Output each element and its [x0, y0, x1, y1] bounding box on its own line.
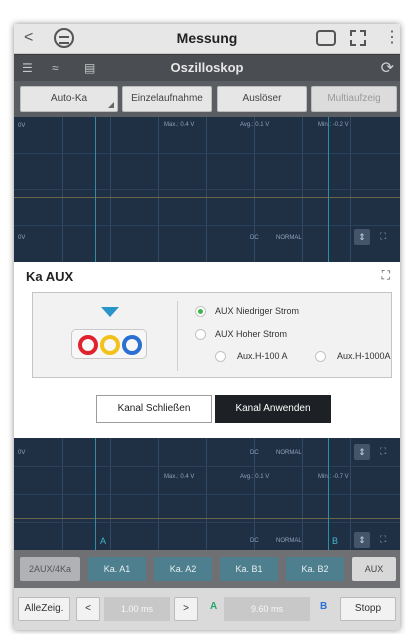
cursor-b-label: B: [332, 536, 339, 546]
grid-line: [14, 494, 400, 495]
aux-low-current-radio[interactable]: [195, 306, 206, 317]
yellow-jack-icon: [100, 335, 120, 355]
channel-tabs: 2AUX/4Ka Ka. A1 Ka. A2 Ka. B1 Ka. B2 AUX: [14, 550, 400, 588]
more-icon[interactable]: ⋮: [384, 27, 400, 47]
avg-readout: Avg.: 0.1 V: [240, 474, 270, 480]
tab-b1[interactable]: Ka. B1: [220, 557, 278, 581]
grid-line: [14, 189, 400, 190]
tab-aux[interactable]: AUX: [352, 557, 396, 581]
fullscreen-icon[interactable]: [350, 30, 366, 46]
aux-h1000-radio[interactable]: [315, 351, 326, 362]
toolbar-title: Oszilloskop: [170, 60, 244, 75]
max-readout: Max.: 0.4 V: [164, 122, 195, 128]
trigger-mode-label[interactable]: NORMAL: [276, 235, 302, 241]
tab-channel-count[interactable]: 2AUX/4Ka: [20, 557, 80, 581]
scale-label: 0V: [18, 450, 26, 456]
cursor-a-marker: A: [210, 601, 218, 612]
vertical-adjust-icon[interactable]: ⇕: [354, 444, 370, 460]
prev-time-button[interactable]: <: [76, 597, 100, 621]
zoom-icon[interactable]: ⛶: [380, 446, 386, 457]
vertical-adjust-icon-lower[interactable]: ⇕: [354, 532, 370, 548]
auto-channel-label: Auto-Ka: [50, 93, 88, 104]
delta-time-value: 9.60 ms: [224, 597, 310, 621]
vertical-adjust-icon[interactable]: ⇕: [354, 229, 370, 245]
close-channel-button[interactable]: Kanal Schließen: [96, 395, 212, 423]
aux-low-current-label[interactable]: AUX Niedriger Strom: [215, 306, 299, 316]
timebase-value[interactable]: 1.00 ms: [104, 597, 170, 621]
trigger-mode-label[interactable]: NORMAL: [276, 450, 302, 456]
min-readout: Min.: -0.7 V: [318, 474, 349, 480]
grid-line: [14, 225, 400, 226]
panel-divider: [177, 301, 178, 371]
dropdown-corner-icon: [108, 102, 114, 108]
app-window: < Messung ⋮ ☰ ≈ ▤ Oszilloskop ⟳ Auto-Ka …: [14, 24, 400, 630]
upload-icon[interactable]: [316, 30, 336, 46]
scope-toolbar: ☰ ≈ ▤ Oszilloskop ⟳: [14, 55, 400, 81]
tab-a1[interactable]: Ka. A1: [88, 557, 146, 581]
next-time-button[interactable]: >: [174, 597, 198, 621]
max-readout: Max.: 0.4 V: [164, 474, 195, 480]
grid-line: [14, 466, 400, 467]
cursor-b-line[interactable]: [328, 438, 329, 550]
stop-button[interactable]: Stopp: [340, 597, 396, 621]
title-bar: < Messung ⋮: [14, 24, 400, 54]
refresh-icon[interactable]: ⟳: [381, 58, 394, 78]
grid-line: [14, 522, 400, 523]
blue-jack-icon: [122, 335, 142, 355]
scope-view-top[interactable]: 0V 0V Max.: 0.4 V Avg.: 0.1 V Min.: -0.2…: [14, 117, 400, 262]
cursor-b-line[interactable]: [328, 117, 329, 262]
tab-a2[interactable]: Ka. A2: [154, 557, 212, 581]
dialog-title: Ka AUX: [26, 269, 74, 284]
cursor-a-label: A: [100, 536, 107, 546]
multi-display-button[interactable]: Multiaufzeig: [311, 86, 397, 112]
scale-bottom-label: 0V: [18, 235, 26, 241]
aux-jacks-icon: [71, 329, 147, 359]
show-all-button[interactable]: AlleZeig.: [18, 597, 70, 621]
expand-icon[interactable]: ⛶: [382, 268, 390, 283]
tab-b2[interactable]: Ka. B2: [286, 557, 344, 581]
aux-options-panel: AUX Niedriger Strom AUX Hoher Strom Aux.…: [32, 292, 392, 378]
coupling-label[interactable]: DC: [250, 450, 259, 456]
signal-trace: [14, 518, 400, 519]
trigger-button[interactable]: Auslöser: [217, 86, 307, 112]
aux-h100-label[interactable]: Aux.H-100 A: [237, 351, 288, 361]
trigger-mode-label-lower[interactable]: NORMAL: [276, 538, 302, 544]
avg-readout: Avg.: 0.1 V: [240, 122, 270, 128]
red-jack-icon: [78, 335, 98, 355]
coupling-label[interactable]: DC: [250, 235, 259, 241]
grid-line: [14, 153, 400, 154]
cursor-a-line[interactable]: [95, 117, 96, 262]
coupling-label-lower[interactable]: DC: [250, 538, 259, 544]
single-capture-button[interactable]: Einzelaufnahme: [122, 86, 212, 112]
mode-bar: Auto-Ka Einzelaufnahme Auslöser Multiauf…: [14, 81, 400, 117]
cursor-b-marker: B: [320, 601, 328, 612]
cursor-a-line[interactable]: [95, 438, 96, 550]
selected-indicator-icon: [101, 307, 119, 317]
signal-trace: [14, 197, 400, 198]
channel-dialog: Ka AUX ⛶ AUX Niedriger Strom AUX Hoher S…: [14, 262, 400, 438]
aux-high-current-radio[interactable]: [195, 329, 206, 340]
aux-high-current-label[interactable]: AUX Hoher Strom: [215, 329, 287, 339]
scale-top-label: 0V: [18, 123, 26, 129]
bottom-bar: AlleZeig. < 1.00 ms > A 9.60 ms B Stopp: [14, 588, 400, 630]
scope-view-bottom[interactable]: 0V DC NORMAL ⇕ ⛶ Max.: 0.4 V Avg.: 0.1 V…: [14, 438, 400, 550]
page-title: Messung: [176, 30, 238, 46]
apply-channel-button[interactable]: Kanal Anwenden: [215, 395, 331, 423]
min-readout: Min.: -0.2 V: [318, 122, 349, 128]
zoom-icon-lower[interactable]: ⛶: [380, 534, 386, 545]
zoom-icon[interactable]: ⛶: [380, 231, 386, 242]
aux-h100-radio[interactable]: [215, 351, 226, 362]
auto-channel-button[interactable]: Auto-Ka: [20, 86, 118, 112]
aux-h1000-label[interactable]: Aux.H-1000A: [337, 351, 391, 361]
